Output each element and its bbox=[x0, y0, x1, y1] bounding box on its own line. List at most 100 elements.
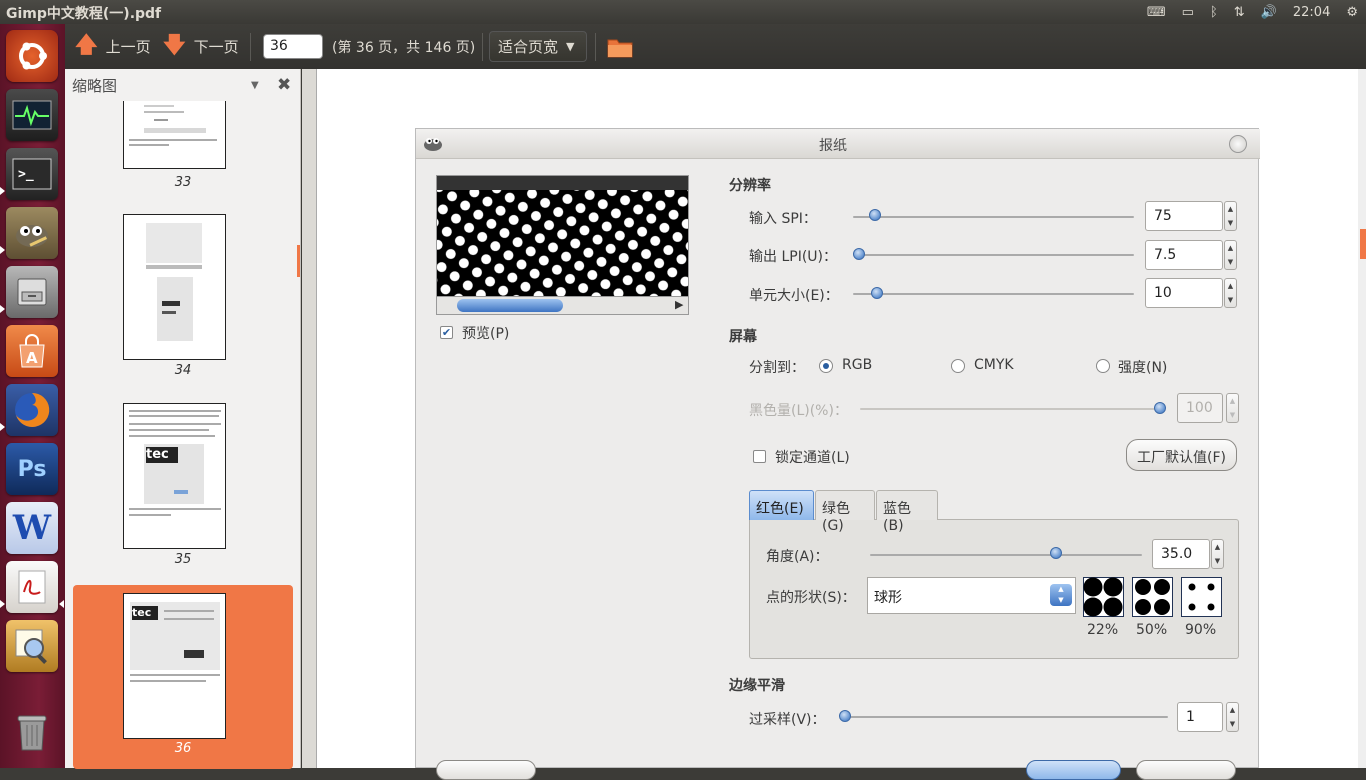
swatch-50-label: 50% bbox=[1136, 622, 1168, 638]
lock-channels-checkbox[interactable] bbox=[753, 450, 766, 463]
oversample-spinner[interactable]: ▲ ▼ bbox=[1226, 702, 1239, 732]
preview-hscrollbar[interactable]: ▶ bbox=[437, 296, 688, 314]
trash-button[interactable] bbox=[6, 706, 58, 758]
angle-slider-knob[interactable] bbox=[1050, 547, 1062, 559]
halftone-pattern-image bbox=[437, 176, 688, 296]
thumbnail-36-selected[interactable]: tec 36 bbox=[73, 585, 293, 769]
input-spi-slider-knob[interactable] bbox=[869, 209, 881, 221]
angle-slider[interactable] bbox=[870, 554, 1142, 556]
firefox-icon bbox=[15, 392, 50, 427]
bluetooth-icon[interactable]: ᛒ bbox=[1210, 5, 1218, 20]
intensity-label: 强度(N) bbox=[1118, 360, 1168, 376]
black-pullout-slider[interactable] bbox=[860, 408, 1164, 410]
system-tray: ⌨ ▭ ᛒ ⇅ 🔊 22:04 ⚙ bbox=[1139, 0, 1366, 24]
cell-size-spinner[interactable]: ▲ ▼ bbox=[1224, 278, 1237, 308]
ok-button[interactable] bbox=[1026, 760, 1121, 780]
oversample-slider-knob[interactable] bbox=[839, 710, 851, 722]
network-icon[interactable]: ⇅ bbox=[1234, 5, 1245, 20]
black-pullout-spinner[interactable]: ▲ ▼ bbox=[1226, 393, 1239, 423]
input-spi-spinner[interactable]: ▲ ▼ bbox=[1224, 201, 1237, 231]
swatch-22-icon bbox=[1083, 577, 1124, 617]
angle-field[interactable]: 35.0 bbox=[1152, 539, 1210, 569]
input-spi-slider[interactable] bbox=[853, 216, 1134, 218]
input-spi-field[interactable]: 75 bbox=[1145, 201, 1223, 231]
volume-icon[interactable]: 🔊 bbox=[1261, 5, 1277, 20]
dialog-title: 报纸 bbox=[819, 138, 847, 154]
software-center-button[interactable]: A bbox=[6, 325, 58, 377]
factory-defaults-button[interactable]: 工厂默认值(F) bbox=[1126, 439, 1237, 471]
sidebar-title[interactable]: 缩略图 bbox=[72, 75, 117, 96]
battery-icon[interactable]: ▭ bbox=[1182, 5, 1194, 20]
thumbnail-label: 33 bbox=[174, 175, 192, 190]
arrow-down-icon: 🡇 bbox=[163, 32, 186, 58]
thumbnail-preview-text: tec bbox=[146, 447, 178, 463]
output-lpi-field[interactable]: 7.5 bbox=[1145, 240, 1223, 270]
tab-red[interactable]: 红色(E) bbox=[749, 490, 814, 520]
separate-to-label: 分割到： bbox=[749, 360, 805, 376]
page-count-label: (第 36 页，共 146 页) bbox=[332, 39, 476, 56]
clock[interactable]: 22:04 bbox=[1293, 5, 1330, 20]
swatch-50-icon bbox=[1132, 577, 1173, 617]
next-page-label: 下一页 bbox=[193, 38, 239, 56]
oversample-label: 过采样(V)： bbox=[749, 712, 826, 728]
chevron-down-icon: ▼ bbox=[566, 40, 575, 53]
keyboard-icon[interactable]: ⌨ bbox=[1147, 5, 1166, 20]
arrow-up-icon: 🡅 bbox=[75, 32, 98, 58]
system-monitor-button[interactable] bbox=[6, 89, 58, 141]
spot-shape-value: 球形 bbox=[874, 590, 902, 606]
output-lpi-slider[interactable] bbox=[853, 254, 1134, 256]
intensity-radio[interactable] bbox=[1096, 359, 1110, 373]
gimp-button[interactable] bbox=[6, 207, 58, 259]
svg-text:A: A bbox=[26, 349, 38, 367]
page-thumbnail: tec bbox=[123, 403, 226, 549]
power-gear-icon[interactable]: ⚙ bbox=[1346, 5, 1358, 20]
angle-spinner[interactable]: ▲ ▼ bbox=[1211, 539, 1224, 569]
black-pullout-slider-knob[interactable] bbox=[1154, 402, 1166, 414]
cell-size-field[interactable]: 10 bbox=[1145, 278, 1223, 308]
black-pullout-label: 黑色量(L)(%)： bbox=[749, 403, 848, 419]
black-pullout-field[interactable]: 100 bbox=[1177, 393, 1223, 423]
photoshop-button[interactable]: Ps bbox=[6, 443, 58, 495]
page-number-input[interactable]: 36 bbox=[263, 34, 323, 59]
pdf-reader-button[interactable] bbox=[6, 561, 58, 613]
oversample-field[interactable]: 1 bbox=[1177, 702, 1223, 732]
cell-size-slider-knob[interactable] bbox=[871, 287, 883, 299]
svg-text:>_: >_ bbox=[18, 167, 34, 182]
ubuntu-home-button[interactable] bbox=[6, 30, 58, 82]
oversample-slider[interactable] bbox=[840, 716, 1168, 718]
gimp-wilber-icon bbox=[16, 225, 48, 247]
cancel-button[interactable] bbox=[1136, 760, 1236, 780]
tab-blue[interactable]: 蓝色(B) bbox=[876, 490, 938, 534]
image-viewer-button[interactable] bbox=[6, 620, 58, 672]
spot-shape-label: 点的形状(S)： bbox=[766, 590, 856, 606]
sidebar-menu-chevron-icon[interactable]: ▼ bbox=[251, 80, 259, 91]
unity-launcher: >_ A Ps W bbox=[0, 24, 65, 768]
rgb-radio[interactable] bbox=[819, 359, 833, 373]
previous-page-button[interactable]: 🡅 上一页 bbox=[75, 24, 151, 69]
input-spi-label: 输入 SPI： bbox=[749, 211, 817, 227]
open-folder-button[interactable] bbox=[607, 24, 633, 69]
close-icon[interactable]: ✖ bbox=[277, 75, 291, 95]
close-icon[interactable] bbox=[1229, 135, 1247, 153]
cell-size-slider[interactable] bbox=[853, 293, 1134, 295]
terminal-button[interactable]: >_ bbox=[6, 148, 58, 200]
angle-label: 角度(A)： bbox=[766, 549, 829, 565]
wps-writer-button[interactable]: W bbox=[6, 502, 58, 554]
sidebar-scrollbar[interactable] bbox=[297, 245, 300, 277]
file-manager-button[interactable] bbox=[6, 266, 58, 318]
next-page-button[interactable]: 🡇 下一页 bbox=[163, 24, 239, 69]
output-lpi-slider-knob[interactable] bbox=[853, 248, 865, 260]
zoom-select[interactable]: 适合页宽 ▼ bbox=[489, 31, 587, 62]
arrow-right-icon[interactable]: ▶ bbox=[675, 298, 683, 311]
tab-green[interactable]: 绿色(G) bbox=[815, 490, 875, 534]
help-button[interactable] bbox=[436, 760, 536, 780]
pulse-icon bbox=[12, 100, 52, 130]
cmyk-radio[interactable] bbox=[951, 359, 965, 373]
lock-channels-label: 锁定通道(L) bbox=[775, 450, 850, 466]
thumbnail-preview-text: tec bbox=[132, 606, 158, 620]
spot-shape-select[interactable]: 球形 ▲ ▼ bbox=[867, 577, 1076, 614]
preview-checkbox[interactable]: ✔ bbox=[440, 326, 453, 339]
firefox-button[interactable] bbox=[6, 384, 58, 436]
output-lpi-spinner[interactable]: ▲ ▼ bbox=[1224, 240, 1237, 270]
document-scrollbar[interactable] bbox=[1358, 69, 1366, 768]
